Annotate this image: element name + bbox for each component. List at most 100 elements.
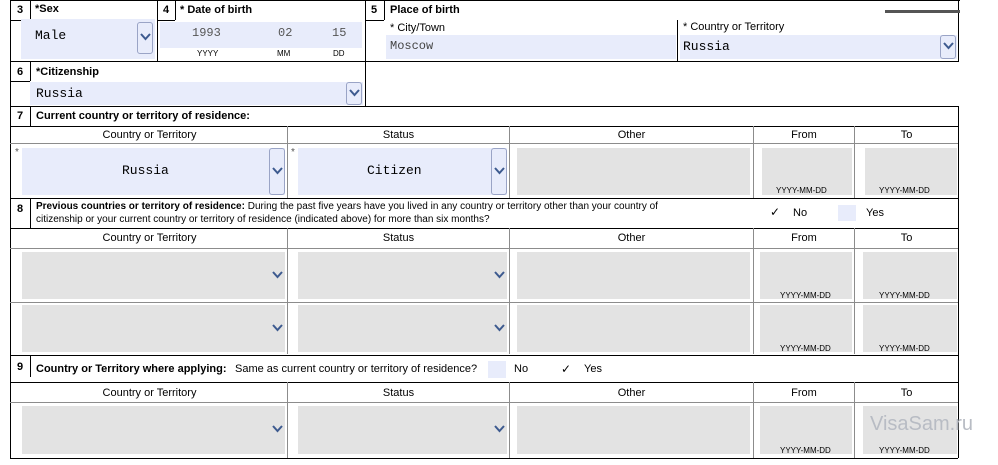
dob-day[interactable]: 15	[332, 26, 346, 40]
col-header-to: To	[900, 232, 913, 244]
dob-year[interactable]: 1993	[192, 26, 221, 40]
chevron-down-icon	[943, 42, 954, 50]
col-header-country: Country or Territory	[102, 387, 197, 399]
previous-country-dropdown-1[interactable]	[271, 252, 285, 299]
current-status-select[interactable]: Citizen	[298, 148, 507, 195]
applying-yes-label: Yes	[584, 363, 602, 375]
section-9-number: 9	[17, 361, 24, 373]
previous-residence-question: Previous countries or territory of resid…	[36, 201, 736, 212]
previous-country-select-1[interactable]	[22, 252, 285, 299]
chevron-down-icon	[494, 425, 505, 433]
applying-from-input[interactable]: YYYY-MM-DD	[760, 406, 852, 455]
applying-no-checkbox[interactable]	[488, 361, 506, 378]
dob-month[interactable]: 02	[278, 26, 292, 40]
check-icon: ✓	[770, 205, 781, 219]
current-country-select[interactable]: Russia	[22, 148, 285, 195]
section-7-number: 7	[17, 110, 24, 122]
section-6-number: 6	[17, 66, 24, 78]
previous-yes-checkbox[interactable]	[838, 205, 856, 221]
chevron-down-icon	[349, 88, 360, 96]
current-status-value: Citizen	[367, 163, 422, 178]
previous-status-dropdown-1[interactable]	[493, 252, 507, 299]
applying-no-label: No	[514, 363, 529, 375]
current-status-dropdown-button[interactable]	[491, 148, 507, 195]
col-header-status: Status	[382, 129, 415, 141]
check-icon: ✓	[561, 362, 572, 376]
previous-to-input-1[interactable]: YYYY-MM-DD	[863, 252, 957, 300]
previous-from-input-1[interactable]: YYYY-MM-DD	[760, 252, 852, 300]
sex-value: Male	[35, 28, 67, 43]
col-header-to: To	[900, 387, 913, 399]
date-of-birth-label: * Date of birth	[180, 4, 253, 16]
previous-status-select-2[interactable]	[298, 305, 507, 352]
col-header-country: Country or Territory	[102, 232, 197, 244]
birth-country-value: Russia	[683, 39, 730, 54]
previous-country-select-2[interactable]	[22, 305, 285, 352]
date-of-birth-field[interactable]: 1993 02 15	[160, 22, 362, 48]
citizenship-select[interactable]: Russia	[30, 82, 363, 105]
date-hint: YYYY-MM-DD	[780, 291, 831, 300]
previous-status-select-1[interactable]	[298, 252, 507, 299]
citizenship-label: *Citizenship	[36, 66, 99, 78]
current-country-dropdown-button[interactable]	[269, 148, 285, 195]
current-other-input[interactable]	[517, 148, 750, 195]
chevron-down-icon	[494, 323, 505, 331]
previous-other-input-1[interactable]	[517, 252, 750, 299]
previous-other-input-2[interactable]	[517, 305, 750, 352]
place-of-birth-label: Place of birth	[390, 4, 460, 16]
current-to-input[interactable]: YYYY-MM-DD	[865, 148, 957, 195]
col-header-from: From	[791, 387, 817, 399]
chevron-down-icon	[272, 425, 283, 433]
birth-country-label: * Country or Territory	[683, 21, 785, 33]
current-country-value: Russia	[122, 163, 169, 178]
date-hint: YYYY-MM-DD	[879, 291, 930, 300]
applying-status-select[interactable]	[298, 406, 507, 454]
sex-label: *Sex	[35, 3, 59, 15]
previous-no-label: No	[793, 207, 808, 219]
dob-month-hint: MM	[277, 49, 291, 58]
chevron-down-icon	[272, 166, 283, 174]
section-8-number: 8	[17, 203, 24, 215]
birth-country-dropdown-button[interactable]	[940, 35, 956, 59]
chevron-down-icon	[272, 323, 283, 331]
same-as-residence-question: Same as current country or territory of …	[235, 363, 478, 375]
city-input[interactable]: Moscow	[386, 35, 676, 59]
section-5-number: 5	[371, 4, 378, 16]
sex-select[interactable]: Male	[21, 19, 155, 59]
dob-day-hint: DD	[333, 49, 345, 58]
previous-from-input-2[interactable]: YYYY-MM-DD	[760, 305, 852, 353]
applying-yes-checkbox[interactable]: ✓	[556, 361, 574, 378]
previous-status-dropdown-2[interactable]	[493, 305, 507, 352]
date-hint: YYYY-MM-DD	[879, 344, 930, 353]
col-header-from: From	[791, 129, 817, 141]
city-value: Moscow	[390, 39, 434, 53]
col-header-other: Other	[617, 387, 646, 399]
col-header-country: Country or Territory	[102, 129, 197, 141]
applying-country-select[interactable]	[22, 406, 285, 454]
applying-status-dropdown[interactable]	[493, 406, 507, 454]
current-from-input[interactable]: YYYY-MM-DD	[762, 148, 852, 195]
previous-to-input-2[interactable]: YYYY-MM-DD	[863, 305, 957, 353]
col-header-other: Other	[617, 129, 646, 141]
watermark-logo: VisaSam.ru	[870, 413, 974, 435]
required-mark: *	[15, 147, 19, 158]
previous-country-dropdown-2[interactable]	[271, 305, 285, 352]
current-residence-label: Current country or territory of residenc…	[36, 110, 250, 122]
applying-country-dropdown[interactable]	[271, 406, 285, 454]
chevron-down-icon	[272, 270, 283, 278]
sex-dropdown-button[interactable]	[137, 22, 153, 54]
col-header-from: From	[791, 232, 817, 244]
col-header-other: Other	[617, 232, 646, 244]
date-hint: YYYY-MM-DD	[879, 186, 930, 195]
previous-no-checkbox[interactable]: ✓	[765, 205, 783, 221]
dob-year-hint: YYYY	[197, 49, 219, 58]
birth-country-select[interactable]: Russia	[680, 35, 957, 59]
date-hint: YYYY-MM-DD	[776, 186, 827, 195]
applying-other-input[interactable]	[517, 406, 750, 454]
chevron-down-icon	[494, 270, 505, 278]
chevron-down-icon	[140, 33, 151, 41]
col-header-status: Status	[382, 232, 415, 244]
citizenship-dropdown-button[interactable]	[346, 82, 362, 105]
col-header-status: Status	[382, 387, 415, 399]
city-label: * City/Town	[390, 22, 446, 34]
